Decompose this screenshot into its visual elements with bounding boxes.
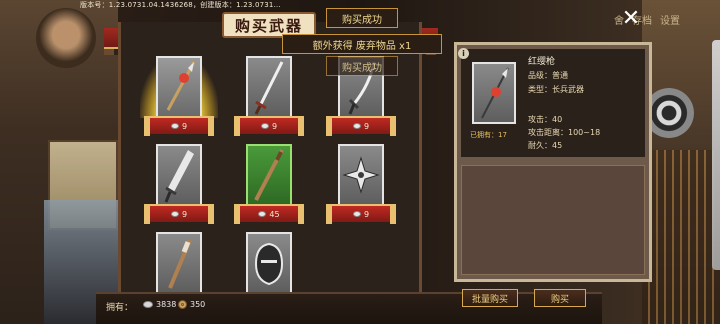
item-card-selected bbox=[246, 144, 292, 206]
item-card bbox=[338, 144, 384, 206]
bulk-buy-button[interactable]: 批量购买 bbox=[462, 289, 518, 307]
extra-gain-message: 额外获得 废弃物品 x1 bbox=[282, 34, 442, 54]
item-price-plate: 9 bbox=[326, 204, 396, 224]
item-price: 9 bbox=[271, 121, 278, 131]
spear-icon bbox=[481, 67, 509, 119]
type-value: 长兵武器 bbox=[552, 85, 584, 94]
owned-label: 已拥有： bbox=[470, 131, 498, 139]
silver-coin-icon bbox=[352, 123, 361, 129]
item-price: 45 bbox=[269, 209, 280, 219]
club-icon bbox=[168, 239, 192, 289]
silver-coin-icon bbox=[170, 211, 179, 217]
item-price-plate: 9 bbox=[234, 116, 304, 136]
owned-value: 17 bbox=[498, 131, 507, 139]
silver-amount: 3838 bbox=[156, 300, 177, 309]
character-portrait bbox=[36, 8, 96, 68]
durability-label: 耐久： bbox=[528, 141, 552, 150]
durability-value: 45 bbox=[552, 141, 563, 150]
window-lattice bbox=[642, 150, 720, 324]
detail-range: 攻击距离：100~18 bbox=[528, 127, 600, 138]
item-card bbox=[156, 56, 202, 118]
attack-label: 攻击： bbox=[528, 115, 552, 124]
shop-item[interactable]: 9 bbox=[234, 56, 304, 144]
wallet-copper: 350 bbox=[178, 300, 205, 309]
item-price: 9 bbox=[181, 121, 188, 131]
sword-icon bbox=[254, 61, 284, 115]
item-price: 9 bbox=[363, 121, 370, 131]
buy-button[interactable]: 购买 bbox=[534, 289, 586, 307]
range-label: 攻击距离： bbox=[528, 128, 568, 137]
item-card bbox=[156, 232, 202, 294]
item-price-plate: 9 bbox=[144, 116, 214, 136]
item-card bbox=[246, 232, 292, 294]
silver-coin-icon bbox=[352, 211, 361, 217]
detail-attack: 攻击：40 bbox=[528, 114, 562, 125]
quality-label: 品级： bbox=[528, 71, 552, 80]
side-drawer-handle[interactable] bbox=[712, 40, 720, 270]
silver-coin-icon bbox=[260, 123, 269, 129]
shuriken-icon bbox=[342, 156, 380, 194]
item-price-plate: 9 bbox=[326, 116, 396, 136]
quality-value: 普通 bbox=[552, 71, 568, 80]
detail-durability: 耐久：45 bbox=[528, 140, 562, 151]
detail-item-card bbox=[472, 62, 516, 124]
item-card bbox=[246, 56, 292, 118]
close-button[interactable]: ✕ bbox=[620, 8, 642, 30]
shop-item[interactable]: 45 bbox=[234, 144, 304, 232]
broadsword-icon bbox=[164, 150, 194, 203]
wallet-label: 拥有： bbox=[106, 303, 134, 313]
copper-coin-icon bbox=[178, 300, 187, 309]
purchase-success-message: 购买成功 bbox=[326, 56, 398, 76]
type-label: 类型： bbox=[528, 85, 552, 94]
detail-owned: 已拥有：17 bbox=[470, 130, 507, 140]
mask-icon bbox=[254, 242, 284, 286]
silver-coin-icon bbox=[170, 123, 179, 129]
item-price-plate: 9 bbox=[144, 204, 214, 224]
range-value: 100~18 bbox=[568, 128, 601, 137]
detail-type: 类型：长兵武器 bbox=[528, 84, 584, 95]
silver-coin-icon bbox=[143, 301, 153, 308]
shop-item[interactable]: 9 bbox=[140, 56, 218, 144]
detail-description-area bbox=[461, 165, 645, 275]
item-price: 9 bbox=[181, 209, 188, 219]
shop-item[interactable]: 9 bbox=[326, 144, 396, 232]
item-price: 9 bbox=[363, 209, 370, 219]
version-text: 版本号：1.23.0731.04.1436268，创建版本：1.23.0731.… bbox=[80, 1, 281, 9]
copper-amount: 350 bbox=[190, 300, 206, 309]
item-price-plate: 45 bbox=[234, 204, 304, 224]
wallet-silver: 3838 bbox=[143, 300, 176, 309]
item-card bbox=[156, 144, 202, 206]
silver-coin-icon bbox=[258, 211, 267, 217]
attack-value: 40 bbox=[552, 115, 563, 124]
staff-icon bbox=[254, 149, 284, 201]
detail-item-name: 红缨枪 bbox=[528, 57, 556, 67]
background-tab: 设置 bbox=[660, 16, 680, 27]
info-icon[interactable]: i bbox=[458, 48, 469, 59]
spear-icon bbox=[166, 61, 196, 111]
purchase-success-message: 购买成功 bbox=[326, 8, 398, 28]
detail-quality: 品级：普通 bbox=[528, 70, 568, 81]
shop-item[interactable]: 9 bbox=[144, 144, 214, 232]
